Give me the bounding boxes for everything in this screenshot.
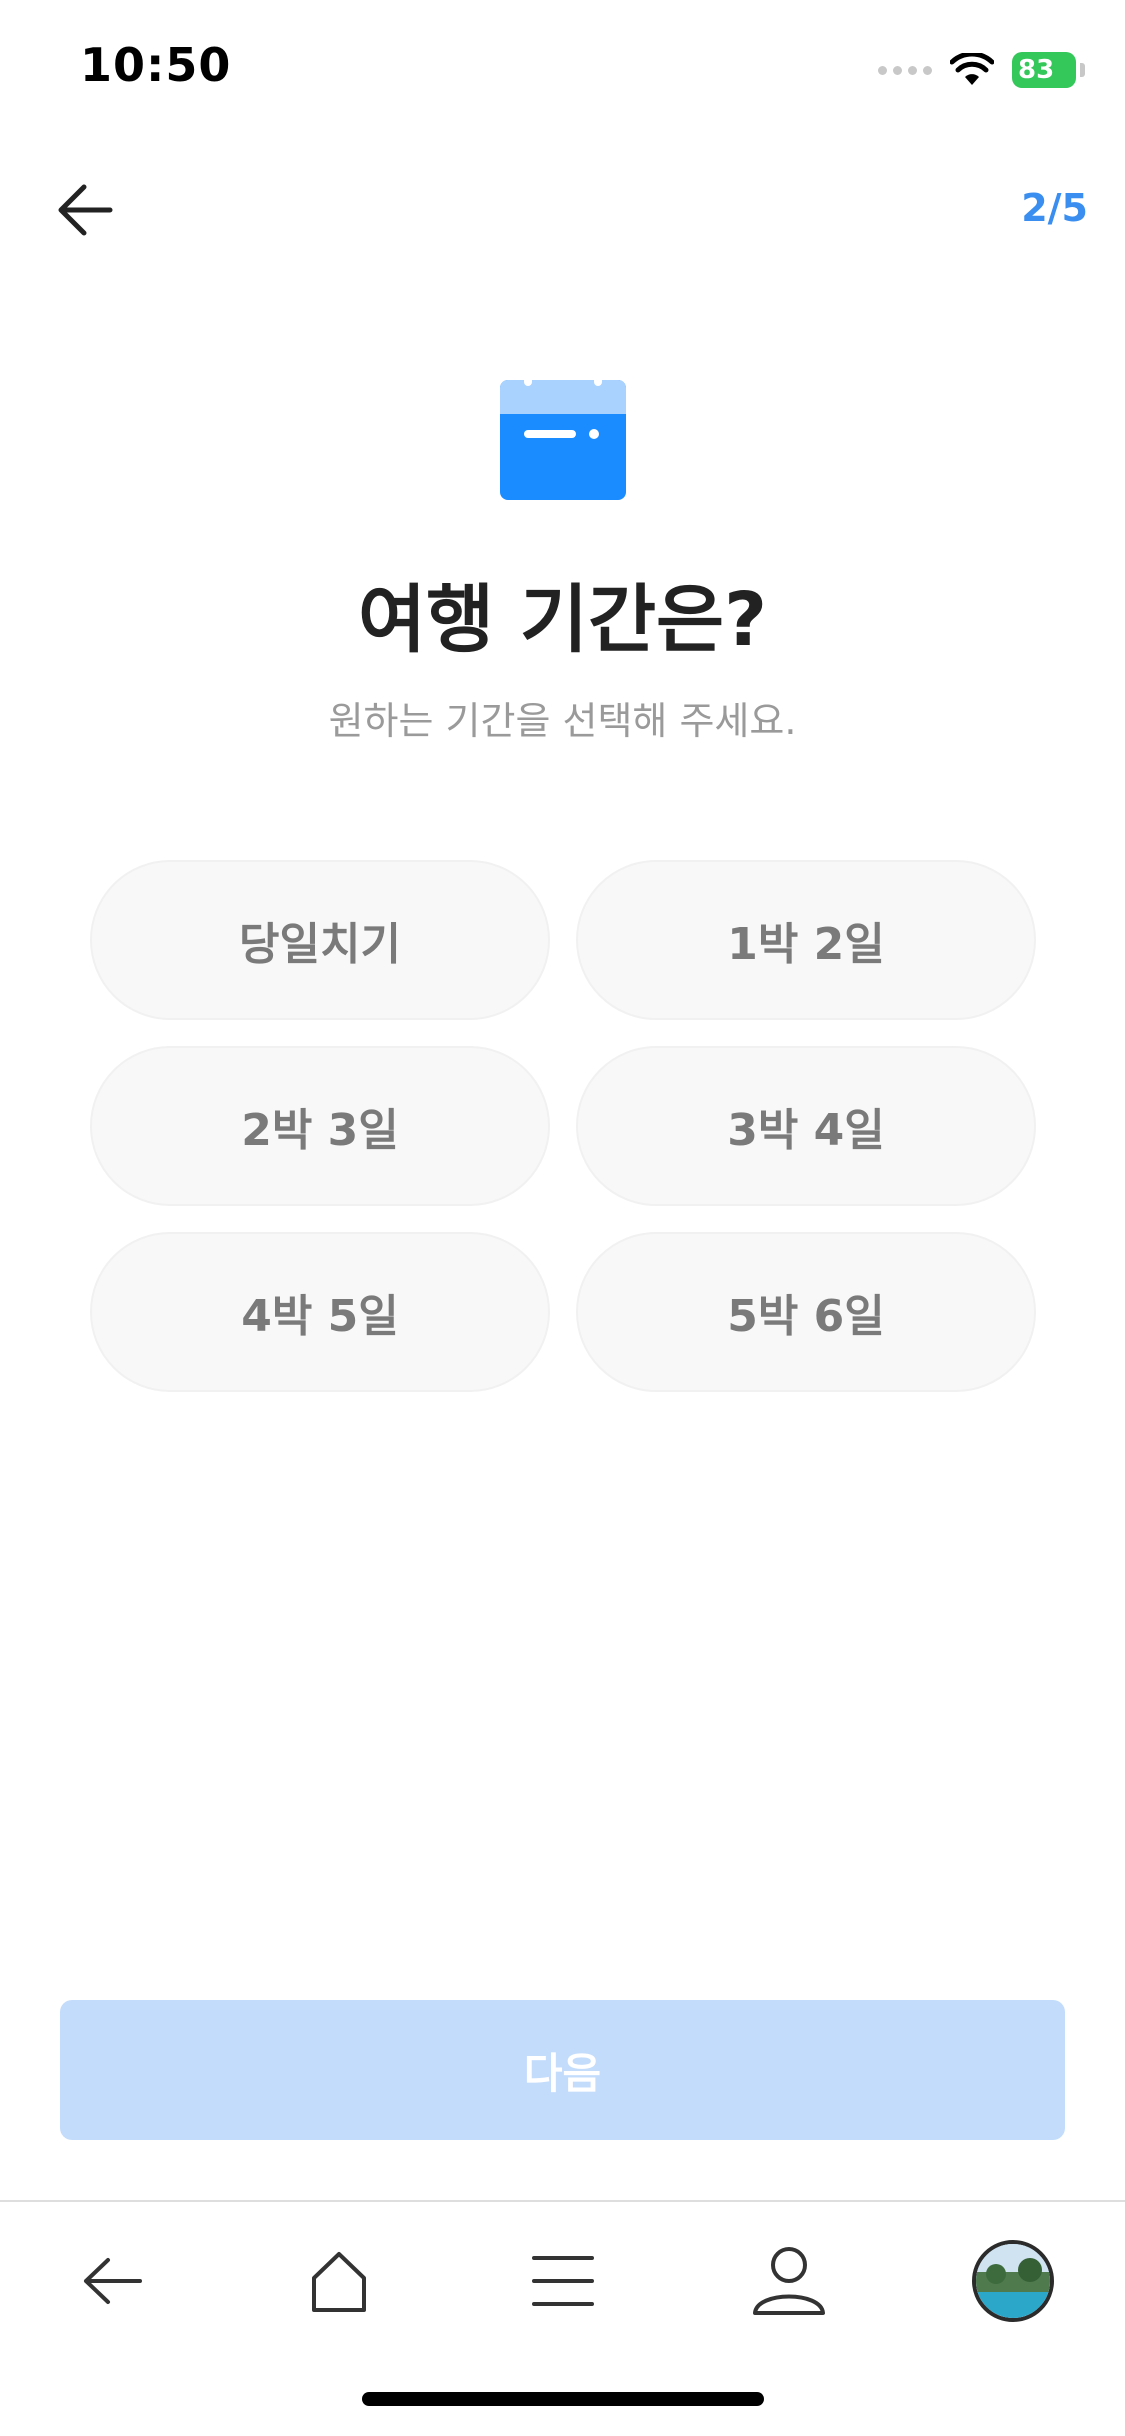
- status-icons: 83: [878, 48, 1085, 92]
- nav-menu-button[interactable]: [518, 2236, 608, 2326]
- avatar: [972, 2240, 1054, 2322]
- page-subtitle: 원하는 기간을 선택해 주세요.: [328, 699, 797, 743]
- battery-level: 83: [1018, 55, 1055, 85]
- option-day-trip[interactable]: 당일치기: [90, 860, 550, 1020]
- calendar-icon: [500, 372, 626, 500]
- cellular-signal-icon: [878, 65, 932, 75]
- wifi-icon: [950, 53, 994, 85]
- battery-cap: [1080, 63, 1085, 77]
- duration-options: 당일치기 1박 2일 2박 3일 3박 4일 4박 5일 5박 6일: [90, 860, 1036, 1392]
- avatar-image: [976, 2244, 1050, 2318]
- home-icon: [312, 2252, 366, 2312]
- nav-avatar-button[interactable]: [968, 2236, 1058, 2326]
- nav-back-button[interactable]: [68, 2236, 158, 2326]
- screen: 10:50 83 2/5 여행 기간은? 원하는 기간을 선택해 주세요. 당일…: [0, 0, 1125, 2436]
- next-button[interactable]: 다음: [60, 2000, 1065, 2140]
- page-title: 여행 기간은?: [357, 577, 768, 663]
- step-indicator: 2/5: [1021, 186, 1088, 230]
- battery-icon: 83: [1012, 52, 1076, 88]
- arrow-left-icon: [58, 184, 113, 236]
- back-button[interactable]: [52, 175, 122, 245]
- option-2n3d[interactable]: 2박 3일: [90, 1046, 550, 1206]
- arrow-left-icon: [84, 2258, 142, 2304]
- menu-icon: [532, 2256, 594, 2306]
- option-1n2d[interactable]: 1박 2일: [576, 860, 1036, 1020]
- home-indicator: [362, 2392, 764, 2406]
- person-icon: [753, 2247, 825, 2315]
- nav-profile-button[interactable]: [744, 2236, 834, 2326]
- nav-home-button[interactable]: [294, 2236, 384, 2326]
- option-3n4d[interactable]: 3박 4일: [576, 1046, 1036, 1206]
- status-time: 10:50: [80, 38, 232, 92]
- option-5n6d[interactable]: 5박 6일: [576, 1232, 1036, 1392]
- option-4n5d[interactable]: 4박 5일: [90, 1232, 550, 1392]
